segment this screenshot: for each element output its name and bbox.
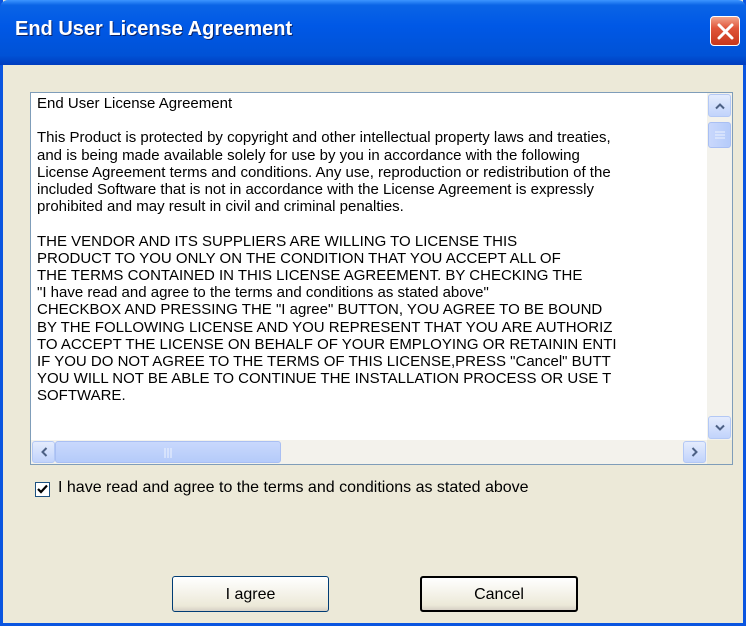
horizontal-scroll-thumb[interactable] bbox=[55, 441, 281, 463]
license-line: CHECKBOX AND PRESSING THE "I agree" BUTT… bbox=[37, 301, 603, 319]
license-line: IF YOU DO NOT AGREE TO THE TERMS OF THIS… bbox=[37, 353, 611, 371]
license-text-box[interactable]: End User License Agreement This Product i… bbox=[30, 92, 733, 465]
scroll-up-button[interactable] bbox=[708, 94, 731, 117]
chevron-left-icon bbox=[40, 447, 47, 457]
license-paragraph: THE VENDOR AND ITS SUPPLIERS ARE WILLING… bbox=[37, 233, 707, 405]
license-line: License Agreement terms and conditions. … bbox=[37, 163, 611, 181]
close-button[interactable] bbox=[710, 16, 740, 46]
agree-checkbox-label[interactable]: I have read and agree to the terms and c… bbox=[58, 479, 529, 497]
chevron-right-icon bbox=[691, 447, 698, 457]
chevron-up-icon bbox=[714, 102, 725, 109]
agree-button[interactable]: I agree bbox=[172, 576, 329, 612]
license-line: THE VENDOR AND ITS SUPPLIERS ARE WILLING… bbox=[37, 232, 518, 250]
license-line: and is being made available solely for u… bbox=[37, 146, 580, 164]
vertical-scrollbar[interactable] bbox=[707, 93, 732, 440]
license-line: SOFTWARE. bbox=[37, 387, 126, 405]
license-line: This Product is protected by copyright a… bbox=[37, 129, 611, 147]
license-text-area[interactable]: End User License Agreement This Product i… bbox=[31, 93, 707, 440]
license-line: End User License Agreement bbox=[37, 95, 233, 112]
license-line: included Software that is not in accorda… bbox=[37, 181, 594, 198]
license-paragraph: This Product is protected by copyright a… bbox=[37, 129, 707, 215]
license-paragraph: End User License Agreement bbox=[37, 95, 707, 112]
scroll-down-button[interactable] bbox=[708, 416, 731, 439]
license-dialog: End User License Agreement End User Lice… bbox=[0, 0, 746, 626]
cancel-button[interactable]: Cancel bbox=[420, 576, 578, 612]
title-bar[interactable]: End User License Agreement bbox=[0, 0, 746, 65]
license-line: PRODUCT TO YOU ONLY ON THE CONDITION THA… bbox=[37, 249, 561, 267]
close-icon bbox=[717, 23, 734, 40]
license-line: BY THE FOLLOWING LICENSE AND YOU REPRESE… bbox=[37, 318, 613, 336]
license-line: "I have read and agree to the terms and … bbox=[37, 284, 489, 302]
license-text: End User License Agreement This Product i… bbox=[37, 95, 707, 405]
horizontal-scrollbar[interactable] bbox=[31, 440, 707, 464]
license-line: prohibited and may result in civil and c… bbox=[37, 198, 404, 216]
scroll-right-button[interactable] bbox=[683, 441, 706, 463]
checkmark-icon bbox=[37, 484, 48, 494]
agree-checkbox[interactable] bbox=[35, 482, 50, 497]
chevron-down-icon bbox=[714, 424, 725, 431]
license-line: YOU WILL NOT BE ABLE TO CONTINUE THE INS… bbox=[37, 370, 612, 388]
license-line: THE TERMS CONTAINED IN THIS LICENSE AGRE… bbox=[37, 267, 583, 284]
license-line: TO ACCEPT THE LICENSE ON BEHALF OF YOUR … bbox=[37, 335, 617, 353]
scrollbar-corner bbox=[707, 440, 732, 464]
scroll-left-button[interactable] bbox=[32, 441, 55, 463]
vertical-scroll-thumb[interactable] bbox=[708, 122, 731, 149]
window-title: End User License Agreement bbox=[15, 18, 293, 40]
